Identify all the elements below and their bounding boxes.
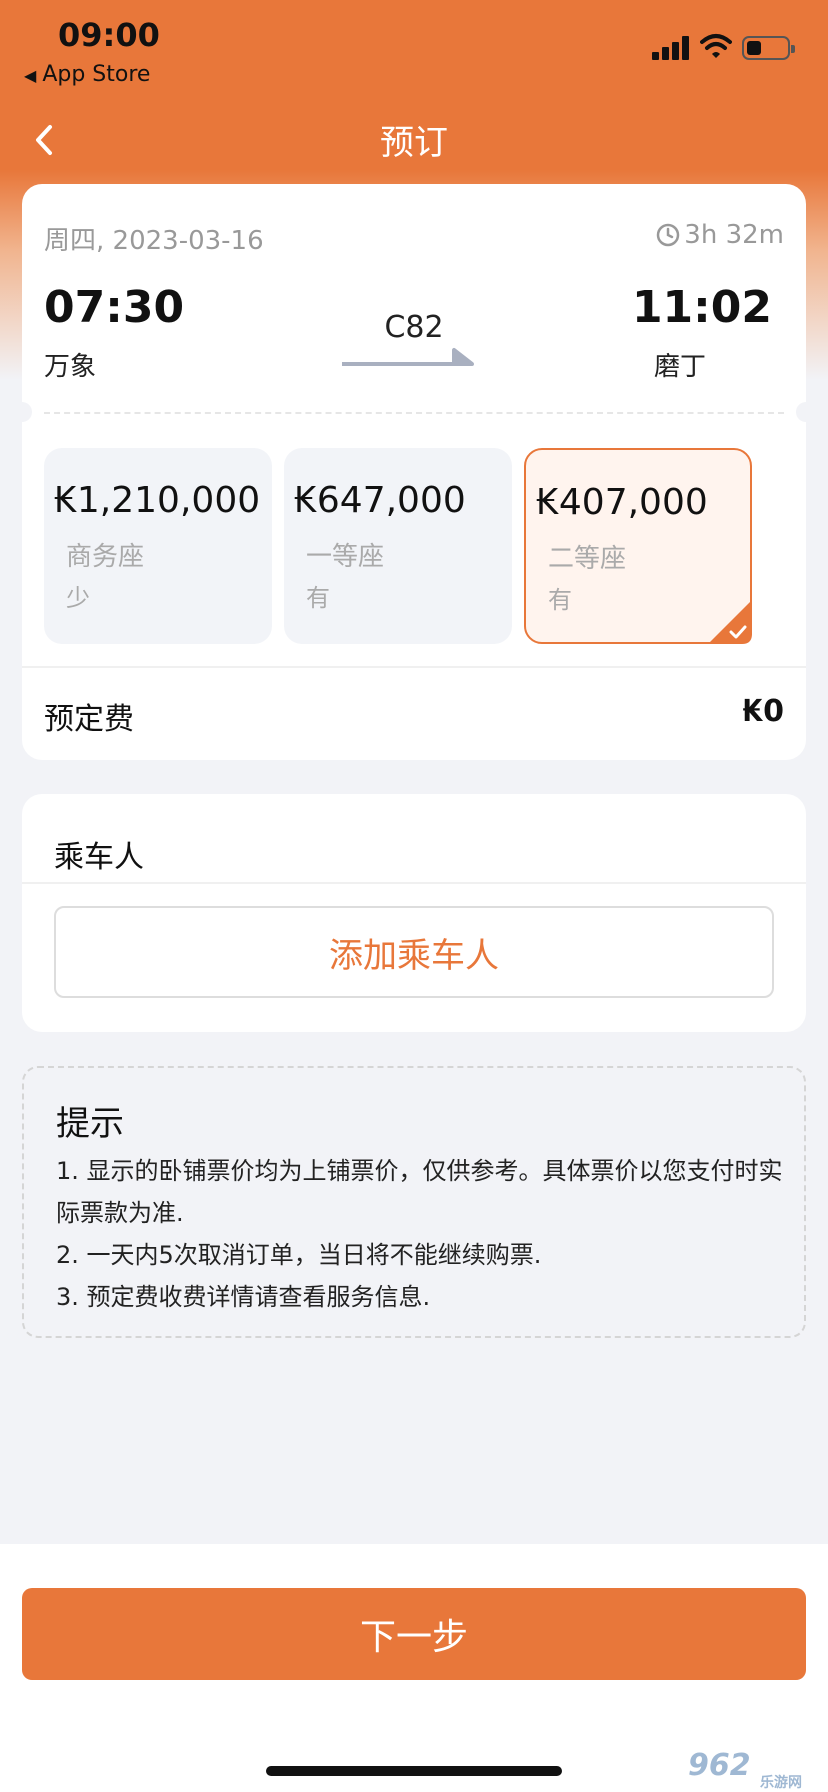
tip-item: 3. 预定费收费详情请查看服务信息. (56, 1283, 431, 1311)
tips-list: 1. 显示的卧铺票价均为上铺票价，仅供参考。具体票价以您支付时实际票款为准. 2… (56, 1150, 786, 1318)
wifi-icon (700, 34, 732, 58)
departure-station: 万象 (44, 352, 97, 382)
arrow-right-icon (342, 348, 474, 366)
signal-icon (652, 36, 692, 60)
trip-card: 周四, 2023-03-16 3h 32m 07:30 万象 C82 11:02… (12, 184, 816, 760)
seat-class: 一等座 (306, 542, 385, 572)
ticket-notch-left (12, 402, 32, 422)
seat-class: 二等座 (548, 544, 627, 574)
seat-price: ₭1,210,000 (54, 480, 261, 521)
tips-box: 提示 1. 显示的卧铺票价均为上铺票价，仅供参考。具体票价以您支付时实际票款为准… (22, 1066, 806, 1338)
seat-availability: 有 (548, 586, 572, 614)
tip-item: 1. 显示的卧铺票价均为上铺票价，仅供参考。具体票价以您支付时实际票款为准. (56, 1157, 783, 1227)
seat-availability: 有 (306, 584, 330, 612)
clock-icon (657, 223, 680, 247)
watermark-sub: 乐游网 (760, 1775, 802, 1791)
passenger-divider (22, 882, 806, 884)
add-passenger-button[interactable]: 添加乘车人 (54, 906, 774, 998)
bottom-bar: 下一步 962 乐游网 (0, 1544, 828, 1792)
watermark-logo: 962 乐游网 (688, 1748, 824, 1791)
battery-icon (742, 36, 795, 60)
booking-fee-label: 预定费 (44, 702, 134, 737)
trip-date: 周四, 2023-03-16 (44, 226, 264, 256)
back-to-app-store[interactable]: ◀ App Store (24, 62, 150, 87)
booking-fee-value: ₭0 (742, 694, 784, 729)
passenger-card: 乘车人 添加乘车人 (22, 794, 806, 1032)
arrival-time: 11:02 (631, 282, 772, 333)
seat-price: ₭407,000 (536, 482, 708, 523)
duration-text: 3h 32m (684, 220, 784, 250)
seat-option-first-class[interactable]: ₭647,000 一等座 有 (284, 448, 512, 644)
seat-class: 商务座 (66, 542, 145, 572)
back-app-label: App Store (42, 62, 151, 87)
nav-bar: 预订 (0, 105, 828, 175)
next-step-button[interactable]: 下一步 (22, 1588, 806, 1680)
passenger-section-title: 乘车人 (54, 840, 144, 875)
fee-divider (22, 666, 806, 668)
seat-price: ₭647,000 (294, 480, 466, 521)
seat-availability: 少 (66, 584, 90, 612)
ticket-divider (44, 412, 784, 414)
tips-title: 提示 (56, 1104, 124, 1144)
home-indicator (266, 1766, 562, 1776)
back-triangle-icon: ◀ (24, 66, 37, 85)
selected-check-icon (708, 600, 752, 644)
seat-option-second-class[interactable]: ₭407,000 二等座 有 (524, 448, 752, 644)
page-title: 预订 (380, 123, 448, 163)
tip-item: 2. 一天内5次取消订单，当日将不能继续购票. (56, 1241, 542, 1269)
trip-duration: 3h 32m (656, 220, 784, 250)
status-bar: 09:00 ◀ App Store (0, 0, 828, 90)
status-time: 09:00 (58, 16, 160, 54)
arrival-station: 磨丁 (654, 352, 707, 382)
ticket-notch-right (796, 402, 816, 422)
seat-option-business[interactable]: ₭1,210,000 商务座 少 (44, 448, 272, 644)
watermark-main: 962 (688, 1748, 751, 1783)
